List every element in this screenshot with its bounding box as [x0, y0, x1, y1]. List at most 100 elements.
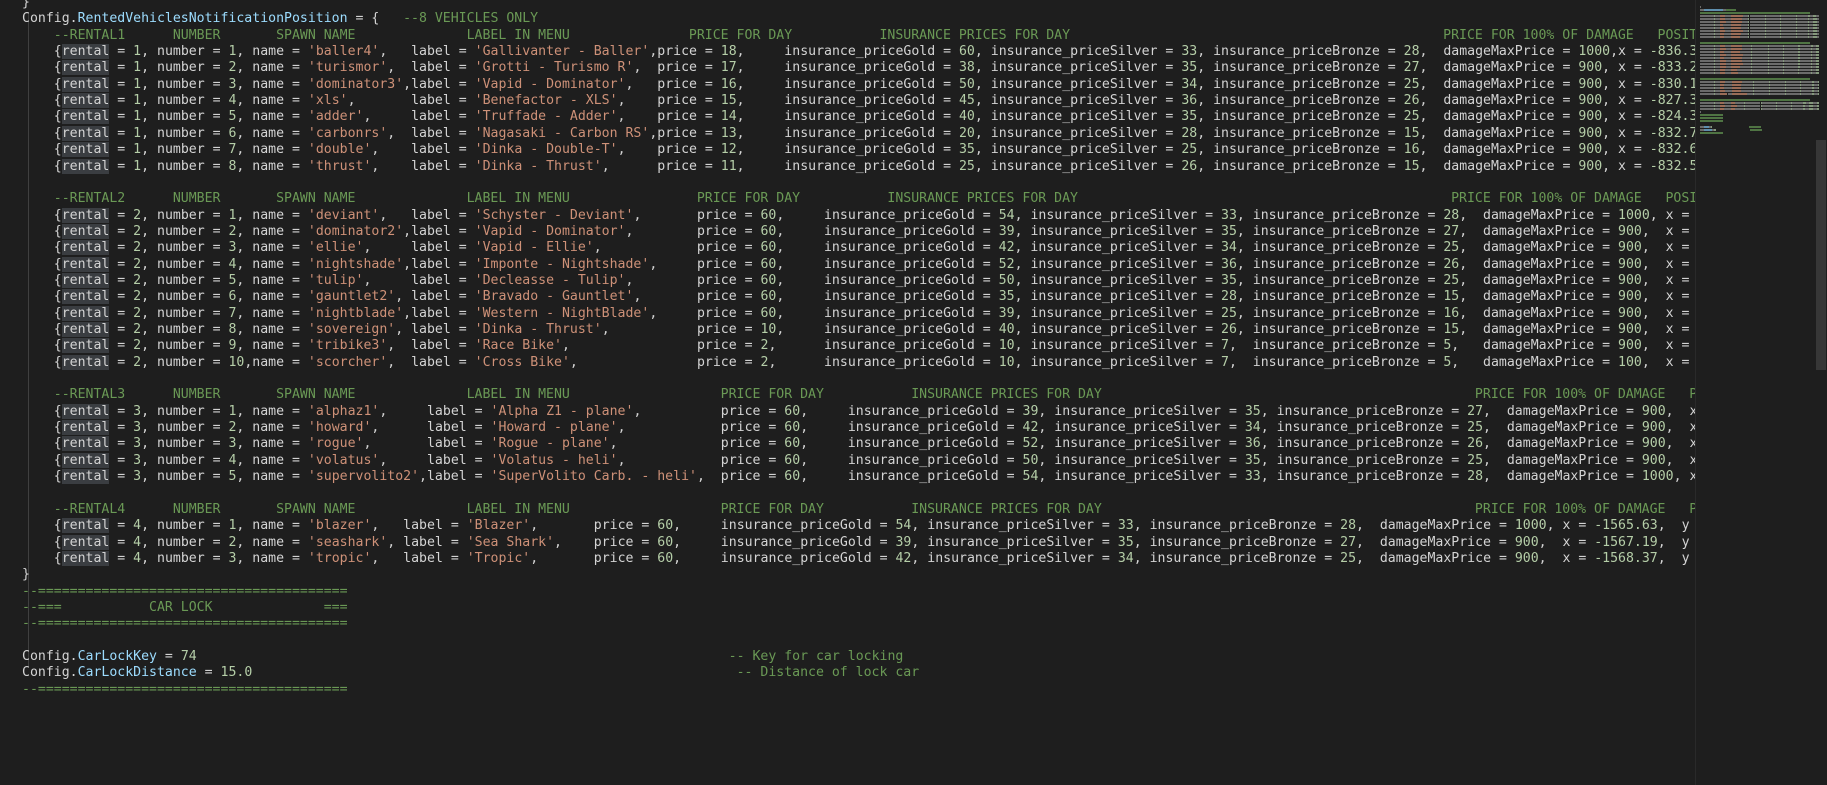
minimap-line	[1742, 45, 1752, 47]
vertical-scrollbar[interactable]	[1814, 0, 1827, 785]
code-text: , y =	[1657, 518, 1690, 534]
highlighted-word: rental	[61, 272, 110, 288]
minimap-line	[1731, 48, 1742, 50]
code-text: , name =	[236, 158, 308, 174]
minimap-line	[1784, 57, 1799, 59]
minimap-line	[1731, 27, 1742, 29]
minimap-line	[1784, 51, 1799, 53]
number-literal: 60	[784, 436, 801, 452]
code-line[interactable]: --======================================…	[22, 614, 348, 633]
config-property: CarLockKey	[77, 649, 157, 664]
code-text: , price =	[649, 305, 761, 321]
code-text: , name =	[236, 76, 308, 92]
highlighted-word: rental	[61, 289, 110, 305]
minimap-line	[1796, 21, 1808, 23]
number-literal: 100	[1618, 354, 1642, 370]
number-literal: 26	[1221, 322, 1237, 337]
number-literal: 60	[760, 256, 777, 272]
code-text: , insurance_priceSilver =	[974, 125, 1182, 141]
string-literal: 'tropic'	[307, 550, 372, 566]
string-literal: 'supervolito2'	[307, 469, 420, 485]
code-text: {	[22, 109, 62, 125]
code-text: {	[22, 256, 62, 272]
code-text: , insurance_priceSilver =	[1014, 305, 1221, 321]
code-text: , number =	[141, 109, 229, 125]
code-text: {	[22, 93, 62, 109]
code-text: , insurance_priceBronze =	[1236, 305, 1444, 321]
code-line[interactable]: {rental = 2, number = 10,name = 'scorche…	[22, 353, 1695, 372]
code-text: , price =	[530, 550, 658, 566]
minimap-line	[1703, 129, 1713, 131]
comment: --======================================…	[22, 681, 348, 697]
string-literal: 'Vapid - Dominator'	[474, 223, 626, 239]
code-text: , x =	[1641, 256, 1695, 272]
highlighted-word: rental	[61, 338, 110, 354]
code-text: , insurance_priceSilver =	[1038, 452, 1245, 468]
minimap-line	[1719, 93, 1728, 95]
number-literal: 12	[720, 142, 737, 158]
code-text: , number =	[141, 322, 229, 337]
minimap[interactable]	[1695, 0, 1827, 785]
code-text: , insurance_priceGold =	[776, 223, 999, 239]
minimap-line	[1732, 93, 1747, 95]
number-literal: 52	[998, 256, 1015, 272]
code-text: =	[109, 142, 134, 158]
code-text: , insurance_priceGold =	[776, 240, 999, 256]
minimap-line	[1732, 87, 1741, 89]
minimap-line	[1719, 63, 1727, 65]
string-literal: 'Race Bike'	[474, 338, 562, 354]
minimap-line	[1749, 21, 1765, 23]
code-text: , insurance_priceGold =	[776, 305, 999, 321]
code-line[interactable]: {rental = 3, number = 5, name = 'supervo…	[22, 467, 1695, 486]
minimap-line	[1816, 15, 1820, 17]
minimap-line	[1784, 45, 1799, 47]
minimap-line	[1732, 84, 1742, 86]
code-text: , number =	[141, 44, 229, 60]
scrollbar-thumb[interactable]	[1816, 140, 1826, 370]
code-text: {	[22, 240, 62, 256]
minimap-line	[1766, 18, 1781, 20]
minimap-line	[1751, 69, 1768, 71]
code-text: , x =	[1602, 109, 1650, 125]
number-literal: 17	[720, 60, 737, 76]
code-text: , label =	[363, 272, 475, 288]
code-text: , label =	[379, 44, 475, 60]
code-text: , insurance_priceSilver =	[1014, 272, 1221, 288]
number-literal: 7	[1221, 354, 1229, 370]
minimap-line	[1816, 45, 1820, 47]
code-line[interactable]: {rental = 4, number = 3, name = 'tropic'…	[22, 549, 1695, 568]
minimap-line	[1816, 48, 1820, 50]
code-text: =	[109, 207, 134, 223]
highlighted-word: rental	[61, 93, 110, 109]
code-text: , number =	[141, 289, 229, 305]
minimap-line	[1781, 18, 1796, 20]
string-literal: 'turismor'	[307, 60, 388, 76]
code-text: , damageMaxPrice =	[1419, 109, 1579, 125]
minimap-line	[1781, 33, 1796, 35]
minimap-line	[1816, 63, 1820, 65]
minimap-line	[1719, 54, 1727, 56]
minimap-line	[1766, 24, 1781, 26]
code-text: , price =	[617, 109, 721, 125]
code-editor[interactable]: } Config.RentedVehiclesNotificationPositi…	[0, 0, 1695, 785]
string-literal: 'Alpha Z1 - plane'	[490, 403, 634, 419]
code-text: , name =	[236, 436, 308, 452]
highlighted-word: rental	[61, 550, 110, 566]
code-text: , insurance_priceBronze =	[1236, 223, 1444, 239]
code-line[interactable]: {rental = 1, number = 8, name = 'thrust'…	[22, 157, 1695, 176]
number-literal: 2	[133, 223, 142, 239]
number-literal: 2	[133, 354, 142, 370]
code-line[interactable]: --======================================…	[22, 680, 348, 699]
number-literal: 60	[760, 240, 777, 256]
code-text: , number =	[141, 223, 229, 239]
highlighted-word: rental	[61, 207, 110, 223]
code-text: , price =	[633, 60, 721, 76]
number-literal: 28	[1443, 207, 1460, 223]
minimap-line	[1723, 51, 1732, 53]
code-text: ,label =	[419, 469, 491, 485]
code-text: , damageMaxPrice =	[1356, 550, 1515, 566]
number-literal: 2	[133, 322, 142, 337]
number-literal: -827.33	[1649, 93, 1695, 109]
number-literal: 900	[1618, 305, 1642, 321]
code-text: , damageMaxPrice =	[1483, 403, 1642, 419]
